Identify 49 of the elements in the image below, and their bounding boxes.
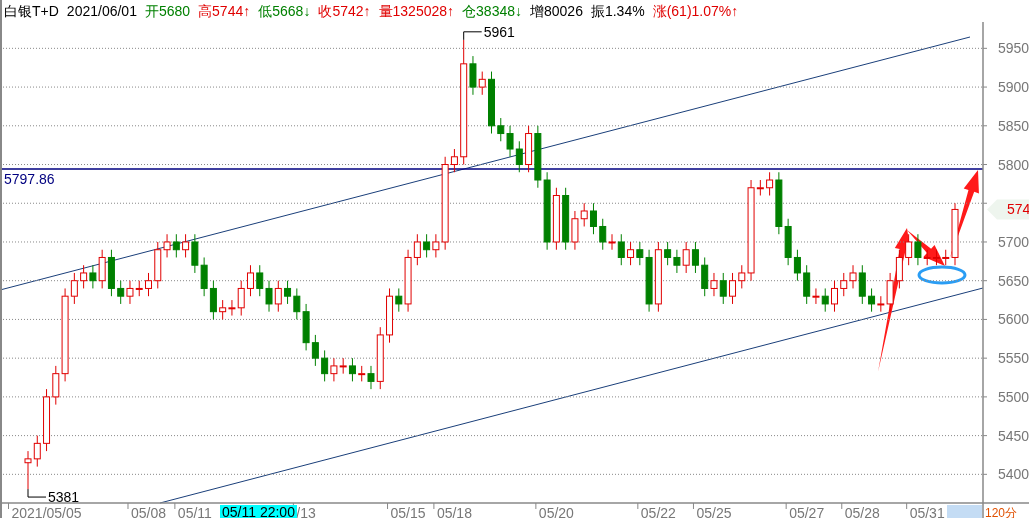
axis-label: 5700 (998, 233, 1029, 250)
quote-field: 开5680 (144, 0, 191, 22)
period-label[interactable]: 120分 (985, 506, 1018, 518)
quote-field: 白银T+D (4, 0, 59, 22)
quote-field: 增80026 (530, 0, 583, 22)
axis-label: 05/31 (909, 505, 945, 518)
axis-label: 5400 (998, 466, 1029, 483)
axis-label: 05/11 (177, 505, 212, 518)
axis-label: 5950 (998, 40, 1029, 57)
candlestick (247, 264, 254, 297)
axis-label: 05/15 (390, 505, 426, 518)
axis-label: 5550 (998, 350, 1029, 367)
axis-label: /13 (296, 505, 316, 518)
axis-label: 05/18 (436, 505, 472, 518)
quote-field: 2021/06/01 (66, 0, 137, 22)
axis-label: 5850 (998, 117, 1029, 134)
axis-label: 05/25 (696, 505, 732, 518)
leader-line (463, 31, 483, 41)
axis-label: 5800 (998, 156, 1029, 173)
axis-label: 5900 (998, 79, 1029, 96)
quote-field: 仓38348↓ (462, 0, 522, 22)
candlestick (488, 71, 495, 135)
axis-label: 05/28 (844, 505, 880, 518)
axis-label: 5450 (998, 427, 1029, 444)
cursor-time-badge: 05/11 22:00 (220, 505, 297, 518)
quote-field: 高5744↑ (198, 0, 251, 22)
axis-label: 05/27 (789, 505, 825, 518)
ellipse-annotation (917, 265, 967, 285)
extreme-label: 5961 (483, 23, 515, 40)
extreme-label: 5381 (48, 489, 80, 506)
price-label: 5797.86 (4, 171, 55, 187)
candlestick (145, 272, 152, 297)
axis-label: 2021/05/05 (11, 505, 82, 518)
candlestick (729, 272, 736, 305)
axis-label: 5500 (998, 388, 1029, 405)
axis-label: 5650 (998, 272, 1029, 289)
axis-label: 05/22 (640, 505, 676, 518)
candlestick (831, 280, 838, 313)
quote-field: 低5668↓ (258, 0, 311, 22)
axis-label: 05/20 (538, 505, 574, 518)
quote-field: 涨(61)1.07%↑ (652, 0, 739, 22)
price-tag (987, 199, 1029, 220)
axis-label: 05/08 (131, 505, 167, 518)
quote-field: 振1.34% (590, 0, 645, 22)
scroll-thumb[interactable] (947, 505, 982, 518)
quote-field: 收5742↑ (318, 0, 371, 22)
leader-line (27, 488, 47, 498)
axis-label: 5600 (998, 311, 1029, 328)
quote-field: 量1325028↑ (378, 0, 455, 22)
